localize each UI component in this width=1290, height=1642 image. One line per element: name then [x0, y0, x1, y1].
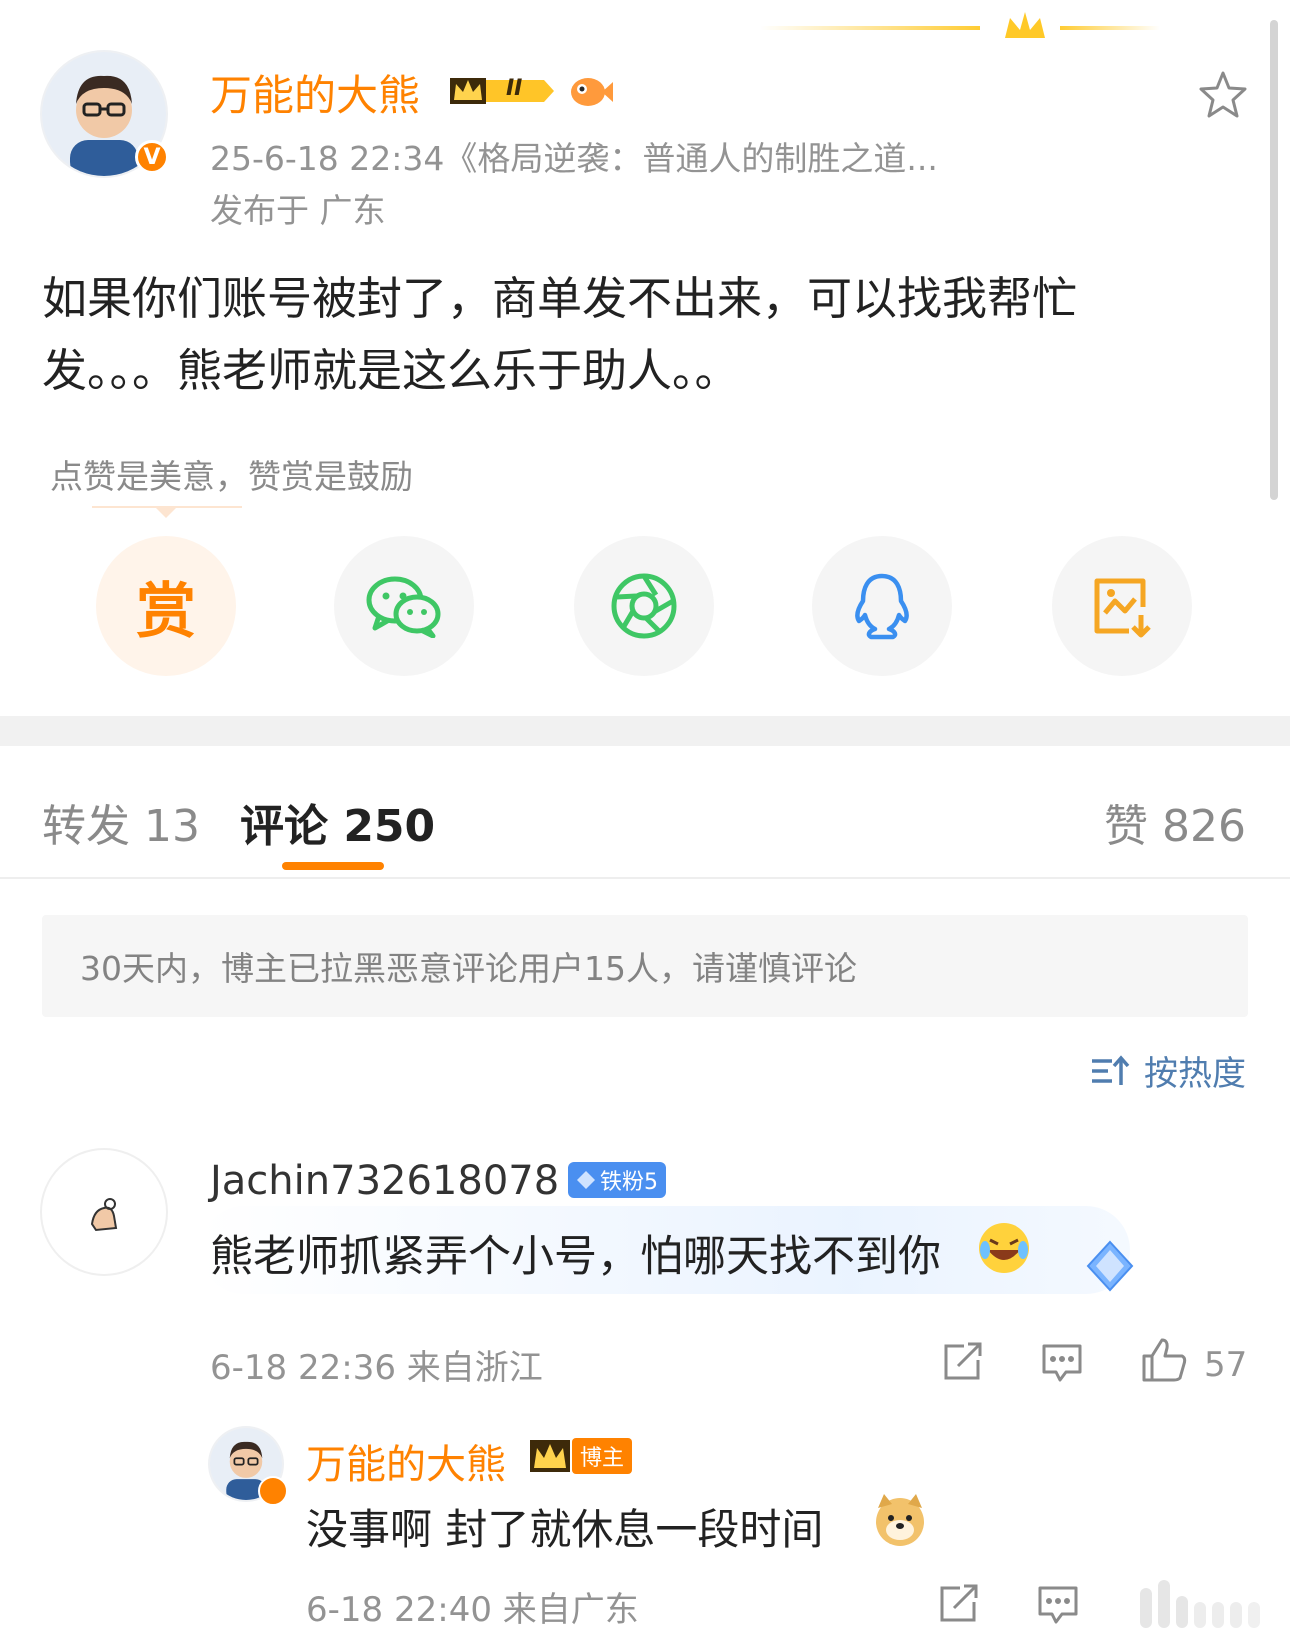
commenter-name[interactable]: Jachin732618078	[210, 1158, 559, 1204]
level-badge-text: II	[506, 76, 523, 101]
comment-text: 熊老师抓紧弄个小号，怕哪天找不到你	[210, 1222, 941, 1284]
qq-icon	[855, 573, 909, 640]
comment-like-count: 57	[1204, 1344, 1248, 1385]
share-moments-button[interactable]	[574, 536, 714, 676]
watermark-logo	[1134, 1576, 1284, 1632]
post-content-line2: 发。。。熊老师就是这么乐于助人。。	[42, 344, 740, 397]
sort-button[interactable]: 按热度	[1090, 1046, 1246, 1095]
post-content-line1: 如果你们账号被封了，商单发不出来，可以找我帮忙	[42, 272, 1078, 325]
reply-repost-icon[interactable]	[936, 1582, 980, 1626]
fan-level-badge: 铁粉5	[568, 1162, 666, 1198]
fish-icon	[568, 70, 614, 112]
moments-icon	[611, 573, 677, 639]
reward-button[interactable]: 赏	[96, 536, 236, 676]
reward-hint-pointer	[154, 506, 178, 518]
share-wechat-button[interactable]	[334, 536, 474, 676]
save-image-button[interactable]	[1052, 536, 1192, 676]
post-location: 发布于 广东	[210, 191, 386, 230]
fan-level-text: 铁粉5	[600, 1170, 658, 1195]
comment-repost-icon[interactable]	[940, 1340, 984, 1384]
reply-verified-badge	[258, 1476, 288, 1506]
level-badge[interactable]: II	[446, 70, 558, 110]
section-divider	[0, 716, 1290, 746]
post-date-source: 25-6-18 22:34《格局逆袭：普通人的制胜之道...	[210, 139, 938, 178]
author-name[interactable]: 万能的大熊	[210, 62, 420, 123]
tabs-bottom-border	[0, 877, 1290, 879]
blacklist-notice: 30天内，博主已拉黑恶意评论用户15人，请谨慎评论	[42, 915, 1248, 1017]
reply-crown-icon	[528, 1434, 574, 1476]
favorite-star-icon[interactable]	[1196, 68, 1250, 122]
bubble-diamond-decoration	[1080, 1236, 1140, 1296]
reply-author-name[interactable]: 万能的大熊	[306, 1432, 506, 1490]
doge-emoji-icon	[870, 1490, 930, 1550]
comment-time-place: 6-18 22:36 来自浙江	[210, 1348, 543, 1388]
sort-label: 按热度	[1144, 1054, 1246, 1094]
reward-char: 赏	[136, 576, 196, 647]
tab-active-indicator	[282, 862, 384, 870]
comment-text-content: 熊老师抓紧弄个小号，怕哪天找不到你	[210, 1232, 941, 1282]
share-qq-button[interactable]	[812, 536, 952, 676]
blacklist-notice-text: 30天内，博主已拉黑恶意评论用户15人，请谨慎评论	[80, 949, 857, 988]
crown-icon	[1005, 12, 1045, 38]
reward-hint: 点赞是美意，赞赏是鼓励	[50, 457, 413, 496]
comment-reply-icon[interactable]	[1040, 1340, 1084, 1384]
diamond-icon	[577, 1171, 595, 1189]
tab-comments[interactable]: 评论 250	[240, 790, 435, 854]
verified-badge: V	[135, 140, 169, 174]
top-decoration	[760, 0, 1180, 60]
reply-time-place: 6-18 22:40 来自广东	[306, 1590, 639, 1630]
blogger-badge: 博主	[572, 1438, 633, 1474]
thumbs-up-icon	[1140, 1336, 1188, 1393]
tab-repost[interactable]: 转发 13	[42, 790, 200, 854]
reply-comment-icon[interactable]	[1036, 1582, 1080, 1626]
laughing-emoji-icon	[976, 1220, 1032, 1276]
tab-likes[interactable]: 赞 826	[1104, 790, 1246, 854]
reply-text: 没事啊 封了就休息一段时间	[306, 1505, 824, 1554]
comment-like-button[interactable]: 57	[1140, 1336, 1247, 1393]
save-image-icon	[1094, 578, 1151, 638]
sort-icon	[1092, 1054, 1130, 1085]
scrollbar[interactable]	[1270, 20, 1278, 500]
wechat-icon	[366, 576, 441, 638]
commenter-avatar[interactable]	[42, 1150, 166, 1274]
